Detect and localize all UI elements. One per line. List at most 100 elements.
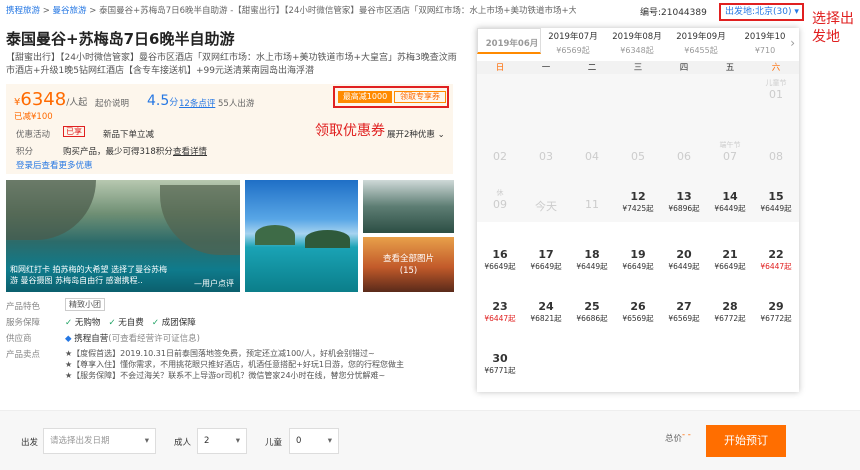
price-amount: 6348 (20, 89, 67, 110)
departure-calendar: 2019年06月¥6447起2019年07月¥6569起2019年08月¥634… (477, 28, 799, 392)
features-label: 产品特色 (6, 302, 41, 312)
price-note-link[interactable]: 起价说明 (95, 97, 129, 109)
month-label: 2019年06月 (485, 39, 539, 49)
promo-text: 新品下单立减 (103, 130, 155, 140)
day-price: ¥6649起 (530, 262, 562, 271)
rating-score: 4.5分 (147, 93, 179, 109)
breadcrumb-home-link[interactable]: 携程旅游 (6, 6, 40, 16)
highlights-label: 产品卖点 (6, 350, 41, 360)
claim-coupon-button[interactable]: 领取专享券 (394, 91, 446, 103)
breadcrumb-city-link[interactable]: 曼谷旅游 (53, 6, 87, 16)
day-number: 11 (585, 198, 599, 211)
month-label: 2019年07月 (548, 32, 598, 42)
month-price: ¥6569起 (556, 46, 590, 55)
day-price: ¥6686起 (576, 314, 608, 323)
calendar-day[interactable]: 17 ¥6649起 (523, 246, 569, 272)
day-price: ¥6896起 (668, 204, 700, 213)
month-tab[interactable]: 2019年10 ¥710 (733, 28, 797, 58)
calendar-day[interactable]: 24 ¥6821起 (523, 298, 569, 324)
calendar-day: 04 (569, 140, 615, 163)
coupon-discount: 最高减1000 (338, 91, 392, 103)
calendar-day[interactable]: 13 ¥6896起 (661, 188, 707, 214)
highlight-item: ★【服务保障】不会过海关？联系不上导游or司机？微信管家24小时在线，替您分忧解… (65, 371, 386, 380)
day-number: 27 (676, 300, 692, 313)
calendar-day[interactable]: 16 ¥6649起 (477, 246, 523, 272)
depart-date-select[interactable]: 请选择出发日期 ▾ (43, 428, 156, 454)
highlight-item: ★【度假首选】2019.10.31日前泰国落地签免费，预定还立减100/人，好机… (65, 349, 375, 358)
calendar-day[interactable]: 26 ¥6569起 (615, 298, 661, 324)
coupon-banner[interactable]: 最高减1000 领取专享券 (333, 86, 449, 108)
view-all-photos[interactable]: 查看全部图片 (15) (363, 237, 454, 292)
month-label: 2019年08月 (612, 32, 662, 42)
ctrip-logo-icon: ◆ (65, 334, 72, 344)
coupon-annotation: 领取优惠券 (315, 123, 385, 139)
day-price: ¥6569起 (668, 314, 700, 323)
calendar-day[interactable]: 20 ¥6449起 (661, 246, 707, 272)
calendar-day[interactable]: 12 ¥7425起 (615, 188, 661, 214)
license-link[interactable]: (可查看经营许可证信息) (108, 334, 200, 344)
adult-count-select[interactable]: 2 ▾ (197, 428, 247, 454)
points-details-link[interactable]: 查看详情 (173, 145, 207, 157)
check-icon: ✓ (151, 318, 160, 328)
day-number: 19 (630, 248, 646, 261)
calendar-day[interactable]: 18 ¥6449起 (569, 246, 615, 272)
departure-city-selector[interactable]: 出发地:北京(30) ▾ (719, 3, 804, 21)
day-price: ¥6449起 (760, 204, 792, 213)
day-number: 13 (676, 190, 692, 203)
points-text: 购买产品，最少可得318积分 (63, 147, 173, 157)
chevron-down-icon: ⌄ (437, 130, 445, 140)
main-photo[interactable]: 和网红打卡 拍苏梅的大希望 选择了曼谷苏梅游 曼谷摄图 苏梅岛自由行 感谢携程.… (6, 180, 240, 292)
calendar-day: 儿童节 01 (753, 78, 799, 101)
promo-label: 优惠活动 (16, 130, 51, 140)
photo-bay[interactable] (245, 180, 358, 292)
month-tab[interactable]: 2019年09月 ¥6455起 (669, 28, 733, 58)
day-number: 16 (492, 248, 508, 261)
day-price: ¥6772起 (760, 314, 792, 323)
day-price: ¥6447起 (484, 314, 516, 323)
day-number: 28 (722, 300, 738, 313)
product-subtitle: 【甜蜜出行】【24小时微信管家】曼谷市区酒店「双网红市场：水上市场+美功铁道市场… (6, 53, 457, 76)
calendar-day[interactable]: 23 ¥6447起 (477, 298, 523, 324)
book-now-button[interactable]: 开始预订 (706, 425, 786, 457)
calendar-day: 03 (523, 140, 569, 163)
total-label: 总价 (665, 434, 683, 444)
calendar-day[interactable]: 30 ¥6771起 (477, 350, 523, 376)
day-number: 17 (538, 248, 554, 261)
calendar-day[interactable]: 22 ¥6447起 (753, 246, 799, 272)
day-number: 14 (722, 190, 738, 203)
day-price: ¥6772起 (714, 314, 746, 323)
breadcrumb: 携程旅游 > 曼谷旅游 > 泰国曼谷+苏梅岛7日6晚半自助游 -【甜蜜出行】【2… (6, 4, 576, 18)
day-price: ¥6449起 (576, 262, 608, 271)
month-price: ¥710 (754, 46, 776, 55)
child-label: 儿童 (265, 438, 283, 448)
weekday-header: 五 (707, 61, 753, 74)
calendar-day[interactable]: 14 ¥6449起 (707, 188, 753, 214)
child-count-select[interactable]: 0 ▾ (289, 428, 339, 454)
calendar-day[interactable]: 15 ¥6449起 (753, 188, 799, 214)
month-tab[interactable]: 2019年08月 ¥6348起 (605, 28, 669, 58)
price-saved: 已减¥100 (14, 112, 53, 122)
day-price: ¥6649起 (622, 262, 654, 271)
calendar-day[interactable]: 29 ¥6772起 (753, 298, 799, 324)
points-label: 积分 (16, 147, 34, 157)
reviews-link[interactable]: 12条点评 (179, 97, 215, 109)
expand-promos-button[interactable]: 展开2种优惠 ⌄ (387, 128, 445, 140)
calendar-day[interactable]: 19 ¥6649起 (615, 246, 661, 272)
feature-tag: 精致小团 (65, 298, 105, 311)
calendar-day[interactable]: 27 ¥6569起 (661, 298, 707, 324)
calendar-day[interactable]: 28 ¥6772起 (707, 298, 753, 324)
calendar-day[interactable]: 25 ¥6686起 (569, 298, 615, 324)
calendar-day: 休 09 (477, 188, 523, 211)
day-price: ¥7425起 (622, 204, 654, 213)
photo-lake[interactable] (363, 180, 454, 233)
day-number: 03 (539, 150, 553, 163)
calendar-day[interactable]: 21 ¥6649起 (707, 246, 753, 272)
breadcrumb-current: 泰国曼谷+苏梅岛7日6晚半自助游 -【甜蜜出行】【24小时微信管家】曼谷市区酒店… (99, 6, 576, 16)
next-months-arrow-icon[interactable]: › (790, 36, 795, 50)
month-tab[interactable]: 2019年06月¥6447起 (477, 28, 541, 72)
month-tab[interactable]: 2019年07月 ¥6569起 (541, 28, 605, 58)
holiday-label: 端午节 (719, 141, 741, 149)
day-price: ¥6449起 (714, 204, 746, 213)
login-hint-link[interactable]: 登录后查看更多优惠 (16, 159, 93, 171)
calendar-day: 11 (569, 188, 615, 211)
